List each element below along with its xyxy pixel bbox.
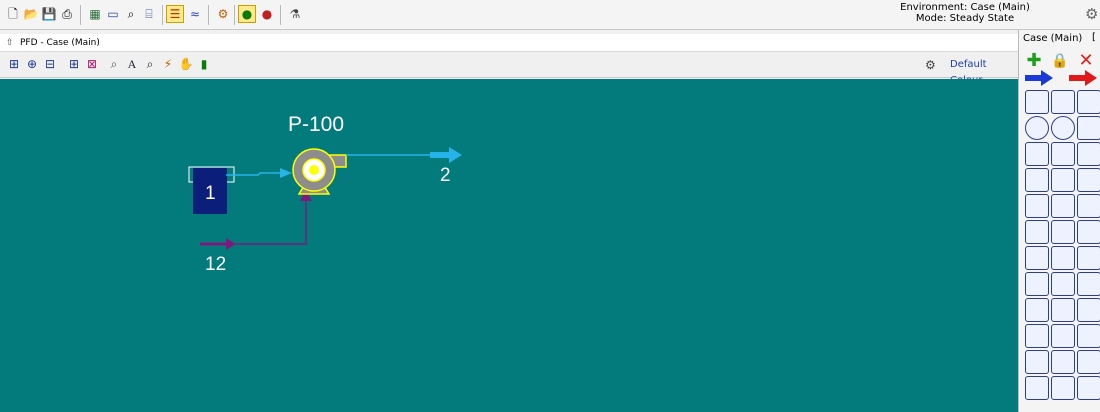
pump-icon[interactable] bbox=[1025, 116, 1049, 140]
color-scheme-icon[interactable]: ⚡ bbox=[160, 56, 176, 72]
recycle-icon[interactable] bbox=[1077, 272, 1100, 296]
stream-12-label[interactable]: 12 bbox=[205, 254, 226, 276]
hysys-sheet-icon[interactable]: ☰ bbox=[166, 5, 184, 23]
stream-1-label[interactable]: 1 bbox=[205, 183, 216, 205]
pan-icon[interactable]: ✋ bbox=[178, 56, 194, 72]
stream-2-arrow-body[interactable] bbox=[430, 152, 451, 158]
energy-stream-12-arrowhead[interactable] bbox=[226, 238, 236, 250]
mode-label: Mode: Steady State bbox=[915, 13, 1015, 24]
stream-2-label[interactable]: 2 bbox=[440, 165, 451, 187]
splitter-icon[interactable] bbox=[1077, 168, 1100, 192]
relief-valve-icon[interactable] bbox=[1077, 220, 1100, 244]
stream-1-pointer bbox=[280, 168, 292, 178]
stream-type-row bbox=[1025, 70, 1097, 86]
object-palette: Case (Main) [ ✚ 🔒 ✕ bbox=[1018, 30, 1100, 412]
tray-section-icon[interactable] bbox=[1025, 376, 1049, 400]
user-op-icon[interactable] bbox=[1077, 324, 1100, 348]
pfd-icon[interactable]: ▭ bbox=[104, 5, 122, 23]
stream-1-connector bbox=[226, 172, 284, 176]
reboiler-icon[interactable] bbox=[1051, 376, 1075, 400]
save-case-icon[interactable]: 💾 bbox=[40, 5, 58, 23]
solver-active-icon[interactable]: ● bbox=[238, 5, 256, 23]
new-case-icon[interactable]: 🗋 bbox=[4, 5, 22, 23]
condenser-icon[interactable] bbox=[1077, 376, 1100, 400]
tee-icon[interactable] bbox=[1051, 220, 1075, 244]
distillation-icon[interactable] bbox=[1077, 194, 1100, 218]
column-icon[interactable] bbox=[1025, 194, 1049, 218]
pvt-icon[interactable] bbox=[1025, 350, 1049, 374]
pfd-drawing bbox=[188, 147, 462, 250]
pump-label[interactable]: P-100 bbox=[288, 113, 344, 137]
toolbar-separator bbox=[234, 5, 235, 25]
add-text-icon[interactable]: A bbox=[124, 56, 140, 72]
material-stream-icon[interactable] bbox=[1025, 70, 1053, 86]
cooler-icon[interactable] bbox=[1051, 142, 1075, 166]
toolbar-separator bbox=[280, 5, 281, 25]
standard-sub-flowsheet-icon[interactable] bbox=[1051, 350, 1075, 374]
flask-icon[interactable]: ⚗ bbox=[286, 5, 304, 23]
set-icon[interactable] bbox=[1077, 298, 1100, 322]
fired-heater-icon[interactable] bbox=[1077, 116, 1100, 140]
compressor-icon[interactable] bbox=[1051, 90, 1075, 114]
palette-title: Case (Main) bbox=[1023, 33, 1083, 44]
zoom-out-icon[interactable]: ⊟ bbox=[42, 56, 58, 72]
gear-icon[interactable]: ⚙ bbox=[1085, 5, 1098, 23]
mixer-icon[interactable] bbox=[1025, 168, 1049, 192]
tank-icon[interactable] bbox=[1077, 90, 1100, 114]
pfd-window-title: ⇧ PFD - Case (Main) bbox=[0, 34, 1018, 52]
workbook-icon[interactable]: ▦ bbox=[86, 5, 104, 23]
adjust-icon[interactable] bbox=[1025, 324, 1049, 348]
energy-stream-icon[interactable] bbox=[1069, 70, 1097, 86]
zoom-all-icon[interactable]: ⊞ bbox=[6, 56, 22, 72]
print-icon[interactable]: ⎙ bbox=[58, 5, 76, 23]
expander-icon[interactable] bbox=[1051, 116, 1075, 140]
pfd-title-text: PFD - Case (Main) bbox=[20, 38, 100, 48]
environment-status: Environment: Case (Main) Mode: Steady St… bbox=[900, 2, 1030, 24]
zoom-icon[interactable]: ⌕ bbox=[106, 56, 122, 72]
column-icon[interactable]: ≈ bbox=[186, 5, 204, 23]
pipe-segment-icon[interactable] bbox=[1025, 246, 1049, 270]
find-object-icon[interactable]: ⌕ bbox=[142, 56, 158, 72]
heat-exchanger-icon[interactable] bbox=[1025, 142, 1049, 166]
pfd-toolbar: ⊞ ⊕ ⊟ ⊞ ⊠ ⌕ A ⌕ ⚡ ✋ ▮ ⚙ Default Colour bbox=[0, 52, 1018, 86]
attach-mode-icon[interactable]: ⊞ bbox=[66, 56, 82, 72]
toolbar-separator bbox=[162, 5, 163, 25]
stream-2-arrowhead[interactable] bbox=[449, 147, 462, 163]
find-icon[interactable]: ⌕ bbox=[122, 5, 140, 23]
colour-scheme-selector-icon[interactable]: ⚙ bbox=[925, 57, 936, 73]
environment-label: Environment: Case (Main) bbox=[900, 2, 1030, 13]
pfd-window-icon: ⇧ bbox=[6, 38, 14, 48]
object-navigator-icon[interactable]: ⌸ bbox=[140, 5, 158, 23]
toolbar-separator bbox=[208, 5, 209, 25]
reactor-icon[interactable] bbox=[1051, 168, 1075, 192]
auto-attach-icon[interactable]: ⊠ bbox=[84, 56, 100, 72]
main-toolbar: 🗋 📂 💾 ⎙ ▦ ▭ ⌕ ⌸ ☰ ≈ ⚙ ● ● ⚗ Environment:… bbox=[0, 0, 1100, 30]
heater-icon[interactable] bbox=[1077, 142, 1100, 166]
separator-icon[interactable] bbox=[1025, 90, 1049, 114]
template-icon[interactable] bbox=[1077, 350, 1100, 374]
utilities-icon[interactable]: ⚙ bbox=[214, 5, 232, 23]
compressible-pipe-icon[interactable] bbox=[1051, 246, 1075, 270]
open-case-icon[interactable]: 📂 bbox=[22, 5, 40, 23]
toolbar-separator bbox=[80, 5, 81, 25]
zoom-in-icon[interactable]: ⊕ bbox=[24, 56, 40, 72]
pfd-canvas[interactable]: P-100 1 2 12 bbox=[0, 79, 1018, 412]
filter-icon[interactable] bbox=[1025, 272, 1049, 296]
palette-title-mark: [ bbox=[1092, 32, 1096, 43]
energy-stream-12-connector bbox=[236, 199, 307, 245]
balance-icon[interactable] bbox=[1051, 324, 1075, 348]
valve-icon[interactable] bbox=[1025, 220, 1049, 244]
solids-separator-icon[interactable] bbox=[1051, 272, 1075, 296]
absorber-icon[interactable] bbox=[1051, 194, 1075, 218]
pipe-icon[interactable] bbox=[1077, 246, 1100, 270]
spreadsheet-icon[interactable] bbox=[1051, 298, 1075, 322]
size-mode-icon[interactable]: ▮ bbox=[196, 56, 212, 72]
pump-p-100[interactable] bbox=[292, 148, 347, 195]
solver-hold-icon[interactable]: ● bbox=[258, 5, 276, 23]
stream-cutter-icon[interactable] bbox=[1025, 298, 1049, 322]
